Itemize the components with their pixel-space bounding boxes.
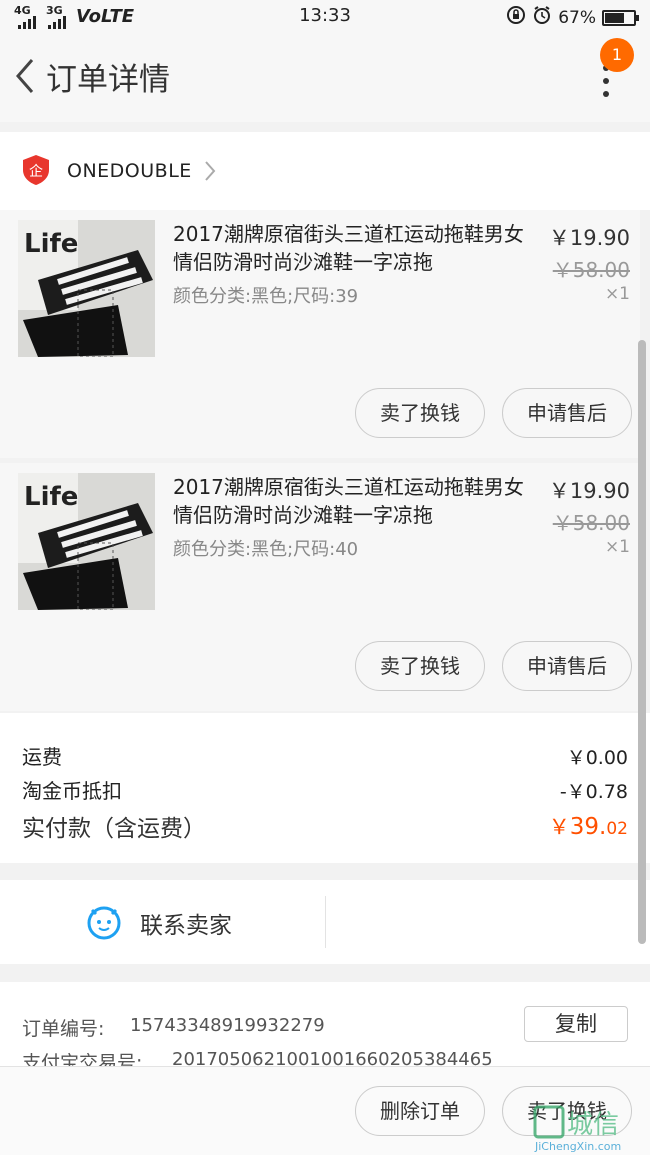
order-item: Life 2017潮牌原宿街头三道杠运动拖鞋男女情侣防滑时尚沙滩鞋一字凉拖 颜色… xyxy=(0,210,640,458)
back-arrow-icon[interactable] xyxy=(10,56,40,96)
sell-for-cash-button[interactable]: 卖了换钱 xyxy=(355,388,485,438)
product-original-price: ￥58.00 xyxy=(552,511,630,535)
image-text: Life xyxy=(24,229,78,259)
product-image[interactable]: Life xyxy=(18,473,155,610)
coin-deduction-value: -￥0.78 xyxy=(559,781,628,803)
contact-seller-button[interactable]: 联系卖家 xyxy=(140,906,232,940)
chevron-right-icon xyxy=(202,160,218,182)
watermark-text: JiChengXin.com xyxy=(534,1140,621,1153)
order-info: 订单编号: 15743348919932279 复制 支付宝交易号: 20170… xyxy=(0,982,650,1072)
paid-label: 实付款（含运费） xyxy=(22,816,206,842)
product-spec: 颜色分类:黑色;尺码:40 xyxy=(173,539,359,560)
paid-amount: ￥39.02 xyxy=(549,811,628,841)
product-quantity: ×1 xyxy=(604,537,630,557)
product-image[interactable]: Life xyxy=(18,220,155,357)
delete-order-button[interactable]: 删除订单 xyxy=(355,1086,485,1136)
status-bar: 4G 3G VoLTE 13:33 67% xyxy=(0,0,650,34)
svg-text:企: 企 xyxy=(29,163,43,180)
image-text: Life xyxy=(24,482,78,512)
product-price: ￥19.90 xyxy=(548,479,630,503)
svg-text:城信: 城信 xyxy=(567,1110,619,1140)
product-title[interactable]: 2017潮牌原宿街头三道杠运动拖鞋男女情侣防滑时尚沙滩鞋一字凉拖 xyxy=(173,473,533,529)
shop-row[interactable]: 企 ONEDOUBLE xyxy=(0,132,650,210)
order-number-label: 订单编号: xyxy=(22,1018,105,1040)
product-quantity: ×1 xyxy=(604,284,630,304)
after-sales-button[interactable]: 申请售后 xyxy=(502,641,632,691)
battery-icon xyxy=(602,9,639,26)
paid-decimal: 02 xyxy=(606,819,628,839)
paid-currency: ￥ xyxy=(548,815,570,839)
product-spec: 颜色分类:黑色;尺码:39 xyxy=(173,286,359,307)
after-sales-button[interactable]: 申请售后 xyxy=(502,388,632,438)
order-number: 15743348919932279 xyxy=(130,1015,325,1036)
header: 订单详情 1 xyxy=(0,34,650,122)
product-original-price: ￥58.00 xyxy=(552,258,630,282)
order-totals: 运费 ￥0.00 淘金币抵扣 -￥0.78 实付款（含运费） ￥39.02 xyxy=(0,713,650,863)
shipping-label: 运费 xyxy=(22,745,62,769)
alarm-icon xyxy=(532,5,552,30)
battery-percent: 67% xyxy=(558,7,596,28)
status-right: 67% xyxy=(506,5,639,30)
chat-bubble-icon[interactable] xyxy=(86,904,122,940)
scrollbar[interactable] xyxy=(638,340,646,944)
product-price: ￥19.90 xyxy=(548,226,630,250)
rotation-lock-icon xyxy=(506,5,526,30)
divider xyxy=(325,896,326,948)
contact-bar: 联系卖家 xyxy=(0,880,650,964)
shop-name: ONEDOUBLE xyxy=(67,160,192,182)
shop-logo-icon: 企 xyxy=(22,154,50,186)
paid-integer: 39. xyxy=(569,814,607,840)
watermark-logo: 城信 JiChengXin.com xyxy=(533,1103,647,1153)
coin-deduction-label: 淘金币抵扣 xyxy=(22,779,122,803)
sell-for-cash-button[interactable]: 卖了换钱 xyxy=(355,641,485,691)
page-title: 订单详情 xyxy=(46,62,170,98)
notification-badge: 1 xyxy=(600,38,634,72)
order-item: Life 2017潮牌原宿街头三道杠运动拖鞋男女情侣防滑时尚沙滩鞋一字凉拖 颜色… xyxy=(0,463,640,711)
shipping-value: ￥0.00 xyxy=(566,747,628,769)
product-title[interactable]: 2017潮牌原宿街头三道杠运动拖鞋男女情侣防滑时尚沙滩鞋一字凉拖 xyxy=(173,220,533,276)
copy-button[interactable]: 复制 xyxy=(524,1006,628,1042)
